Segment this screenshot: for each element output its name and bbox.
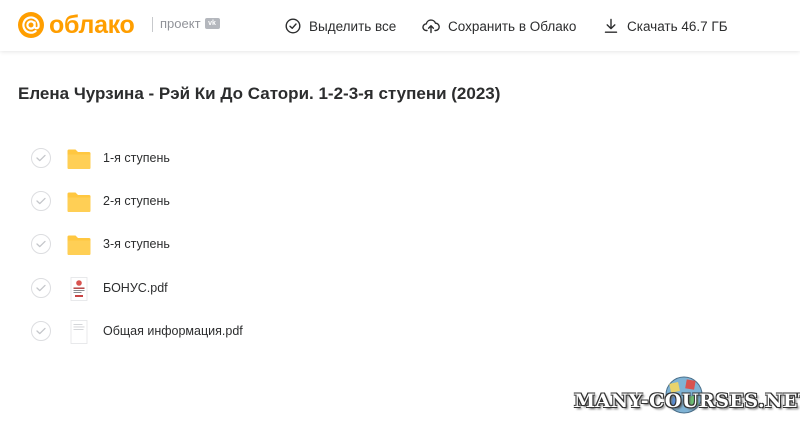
download-label: Скачать 46.7 ГБ	[627, 18, 728, 34]
check-icon	[36, 154, 46, 162]
select-checkbox[interactable]	[31, 234, 51, 254]
save-to-cloud-button[interactable]: Сохранить в Облако	[422, 15, 576, 37]
file-name: Общая информация.pdf	[103, 324, 243, 338]
project-label: проект	[160, 16, 201, 31]
folder-icon	[67, 149, 91, 169]
check-circle-icon	[285, 18, 301, 34]
select-checkbox[interactable]	[31, 321, 51, 341]
list-item-pdf-bonus[interactable]: БОНУС.pdf	[0, 268, 600, 308]
check-icon	[36, 240, 46, 248]
pdf-document-icon	[70, 320, 88, 344]
select-checkbox[interactable]	[31, 278, 51, 298]
logo-text: облако	[49, 11, 135, 39]
logo[interactable]: облако	[18, 9, 135, 41]
page-title: Елена Чурзина - Рэй Ки До Сатори. 1-2-3-…	[18, 84, 501, 103]
select-checkbox[interactable]	[31, 148, 51, 168]
check-icon	[36, 197, 46, 205]
check-icon	[36, 327, 46, 335]
select-checkbox[interactable]	[31, 191, 51, 211]
select-all-label: Выделить все	[309, 18, 397, 34]
file-name: БОНУС.pdf	[103, 281, 168, 295]
list-item-folder-1[interactable]: 1-я ступень	[0, 138, 600, 178]
at-sign-logo-icon	[18, 12, 44, 38]
project-link[interactable]: проект vk	[160, 16, 220, 31]
save-to-cloud-label: Сохранить в Облако	[448, 18, 577, 34]
top-bar: облако проект vk Выделить все Сохранить …	[0, 0, 800, 51]
list-item-folder-2[interactable]: 2-я ступень	[0, 181, 600, 221]
list-item-folder-3[interactable]: 3-я ступень	[0, 224, 600, 264]
folder-icon	[67, 235, 91, 255]
header-divider	[152, 17, 153, 32]
vk-icon: vk	[204, 18, 220, 29]
download-icon	[604, 18, 618, 33]
pdf-thumbnail-icon	[70, 277, 88, 301]
watermark: MANY-COURSES.NET	[574, 372, 800, 430]
file-name: 2-я ступень	[103, 194, 170, 208]
folder-icon	[67, 192, 91, 212]
watermark-text: MANY-COURSES.NET	[574, 390, 800, 412]
list-item-pdf-info[interactable]: Общая информация.pdf	[0, 311, 600, 351]
file-name: 3-я ступень	[103, 237, 170, 251]
check-icon	[36, 284, 46, 292]
select-all-button[interactable]: Выделить все	[285, 15, 396, 37]
cloud-upload-icon	[422, 19, 440, 34]
download-button[interactable]: Скачать 46.7 ГБ	[603, 15, 728, 37]
file-name: 1-я ступень	[103, 151, 170, 165]
